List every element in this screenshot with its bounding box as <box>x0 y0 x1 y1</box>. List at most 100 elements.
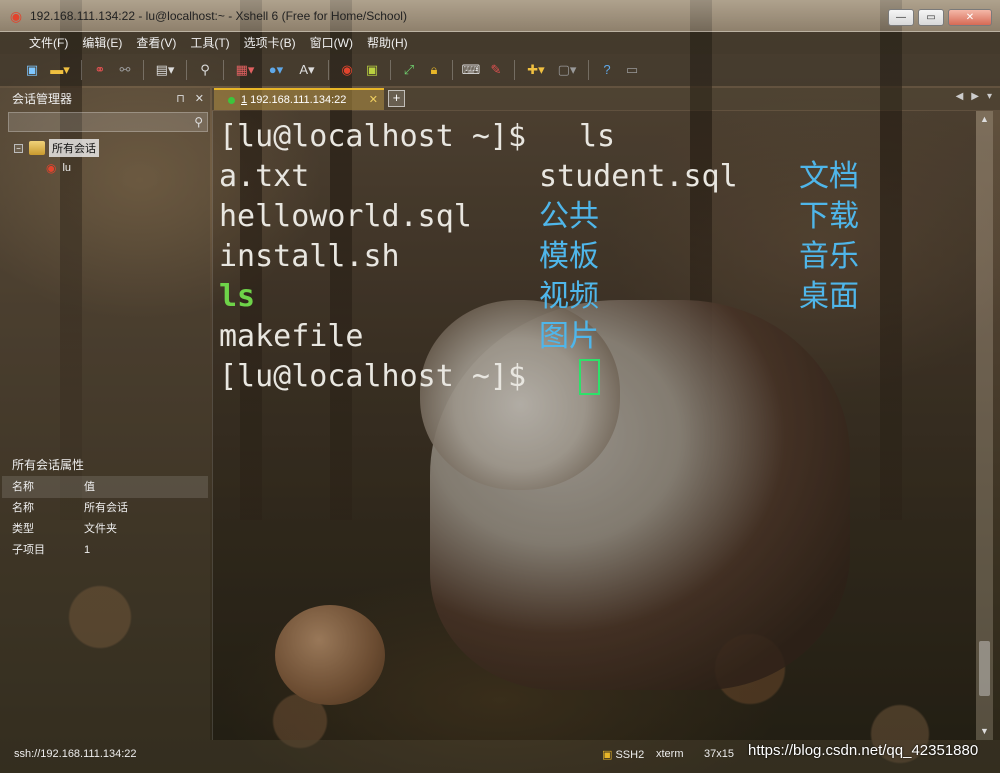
toolbar-separator <box>390 60 391 80</box>
terminal-size: 37x15 <box>704 748 734 760</box>
menu-tools[interactable]: 工具(T) <box>183 32 236 54</box>
chat-icon[interactable]: ▭ <box>622 60 642 80</box>
session-tree: − 所有会话 ◉ lu <box>0 132 210 178</box>
properties-icon[interactable]: ▦▾ <box>232 60 258 80</box>
terminal-output-line: helloworld.sql 公共 下载 <box>219 197 859 237</box>
toolbar-separator <box>514 60 515 80</box>
column-header-value[interactable]: 值 <box>84 476 208 498</box>
directory-entry: 视频 <box>539 279 599 314</box>
column-header-name[interactable]: 名称 <box>2 476 84 498</box>
tree-item-session-lu[interactable]: ◉ lu <box>14 158 210 178</box>
close-button[interactable]: ✕ <box>948 9 992 26</box>
directory-entry: 桌面 <box>799 279 859 314</box>
toolbar-separator <box>81 60 82 80</box>
menu-bar: 文件(F) 编辑(E) 查看(V) 工具(T) 选项卡(B) 窗口(W) 帮助(… <box>0 32 1000 54</box>
globe-icon[interactable]: ●▾ <box>263 60 289 80</box>
file-entry: student.sql <box>539 159 738 194</box>
highlight-icon[interactable]: ✎ <box>486 60 506 80</box>
terminal-line-command: [lu@localhost ~]$ ls <box>219 117 615 157</box>
terminal-output-line: a.txt student.sql 文档 <box>219 157 859 197</box>
file-entry: a.txt <box>219 159 310 194</box>
new-tab-icon[interactable]: ▤▾ <box>152 60 178 80</box>
property-value: 所有会话 <box>84 502 128 514</box>
add-tab-button[interactable]: + <box>388 90 405 107</box>
connect-icon[interactable]: ⚭ <box>90 60 110 80</box>
status-bar: ssh://192.168.111.134:22 ▣ SSH2 xterm 37… <box>0 740 1000 773</box>
folder-icon <box>29 141 45 155</box>
file-entry: install.sh <box>219 239 400 274</box>
font-icon[interactable]: A▾ <box>294 60 320 80</box>
properties-panel: 所有会话属性 名称 值 名称 所有会话 类型 文件夹 子项目 1 <box>0 454 210 561</box>
xshell-icon[interactable]: ◉ <box>337 60 357 80</box>
terminal-command: ls <box>579 119 616 154</box>
xftp-icon[interactable]: ▣ <box>362 60 382 80</box>
maximize-button[interactable]: ▭ <box>918 9 944 26</box>
session-manager-title: 会话管理器 <box>12 92 73 106</box>
directory-entry: 模板 <box>539 239 599 274</box>
terminal-area[interactable]: [lu@localhost ~]$ ls a.txt student.sql 文… <box>212 111 976 740</box>
menu-help[interactable]: 帮助(H) <box>360 32 415 54</box>
executable-entry: ls <box>219 279 256 314</box>
tree-item-label: 所有会话 <box>49 139 99 157</box>
directory-entry: 图片 <box>539 319 599 354</box>
layout-icon[interactable]: ▢▾ <box>554 60 580 80</box>
terminal-output-line: makefile 图片 <box>219 317 599 357</box>
toolbar-separator <box>588 60 589 80</box>
xshell-window: ◉ 192.168.111.134:22 - lu@localhost:~ - … <box>0 0 1000 773</box>
directory-entry: 音乐 <box>799 239 859 274</box>
help-icon[interactable]: ? <box>597 60 617 80</box>
menu-tab[interactable]: 选项卡(B) <box>237 32 303 54</box>
tree-item-all-sessions[interactable]: − 所有会话 <box>14 138 210 158</box>
toolbar-separator <box>186 60 187 80</box>
watermark: https://blog.csdn.net/qq_42351880 <box>748 742 979 759</box>
menu-file[interactable]: 文件(F) <box>22 32 75 54</box>
open-session-icon[interactable]: ▬▾ <box>47 60 73 80</box>
connected-status-icon <box>228 96 235 104</box>
terminal-prompt: [lu@localhost ~]$ <box>219 359 545 394</box>
minimize-button[interactable]: — <box>888 9 914 26</box>
property-value: 1 <box>84 544 91 556</box>
compose-icon[interactable]: ✚▾ <box>523 60 549 80</box>
session-manager-panel: 会话管理器 ⊓ ✕ ⚲ − 所有会话 ◉ lu <box>0 88 210 740</box>
fullscreen-icon[interactable]: ⤢ <box>399 60 419 80</box>
tab-next-icon[interactable]: ▶ <box>971 91 979 102</box>
scrollbar-thumb[interactable] <box>979 641 990 696</box>
keyboard-icon[interactable]: ⌨ <box>461 60 481 80</box>
tab-close-icon[interactable]: ✕ <box>369 93 378 106</box>
new-session-icon[interactable]: ▣ <box>22 60 42 80</box>
protocol-status: ▣ SSH2 <box>602 748 644 761</box>
toolbar-separator <box>223 60 224 80</box>
terminal-scrollbar[interactable]: ▲ ▼ <box>976 111 993 740</box>
disconnect-icon[interactable]: ⚯ <box>115 60 135 80</box>
terminal-output-line: install.sh 模板 音乐 <box>219 237 859 277</box>
properties-title: 所有会话属性 <box>12 458 85 472</box>
title-bar[interactable]: ◉ 192.168.111.134:22 - lu@localhost:~ - … <box>0 0 1000 32</box>
panel-controls: ⊓ ✕ <box>176 88 204 110</box>
tab-navigation: ◀ ▶ ▾ <box>956 91 992 102</box>
terminal-cursor <box>579 359 600 395</box>
menu-view[interactable]: 查看(V) <box>129 32 183 54</box>
file-entry: helloworld.sql <box>219 199 472 234</box>
panel-close-icon[interactable]: ✕ <box>195 88 204 110</box>
scroll-down-icon[interactable]: ▼ <box>976 723 993 740</box>
directory-entry: 公共 <box>539 199 599 234</box>
scroll-up-icon[interactable]: ▲ <box>976 111 993 128</box>
pin-icon[interactable]: ⊓ <box>176 88 185 110</box>
property-name: 子项目 <box>12 544 45 556</box>
collapse-icon[interactable]: − <box>14 143 23 153</box>
tab-session[interactable]: 1 192.168.111.134:22 ✕ <box>214 88 384 110</box>
tab-list-icon[interactable]: ▾ <box>987 91 992 102</box>
session-manager-header: 会话管理器 ⊓ ✕ <box>0 88 210 110</box>
toolbar-separator <box>452 60 453 80</box>
menu-window[interactable]: 窗口(W) <box>303 32 360 54</box>
session-search-input[interactable] <box>9 113 207 131</box>
tab-prev-icon[interactable]: ◀ <box>956 91 964 102</box>
find-icon[interactable]: ⚲ <box>195 60 215 80</box>
directory-entry: 文档 <box>799 159 859 194</box>
lock-icon[interactable]: 🔒︎ <box>424 60 444 80</box>
menu-edit[interactable]: 编辑(E) <box>75 32 129 54</box>
search-icon[interactable]: ⚲ <box>194 115 203 129</box>
session-search: ⚲ <box>8 112 208 132</box>
window-title: 192.168.111.134:22 - lu@localhost:~ - Xs… <box>30 8 407 23</box>
file-entry: makefile <box>219 319 364 354</box>
